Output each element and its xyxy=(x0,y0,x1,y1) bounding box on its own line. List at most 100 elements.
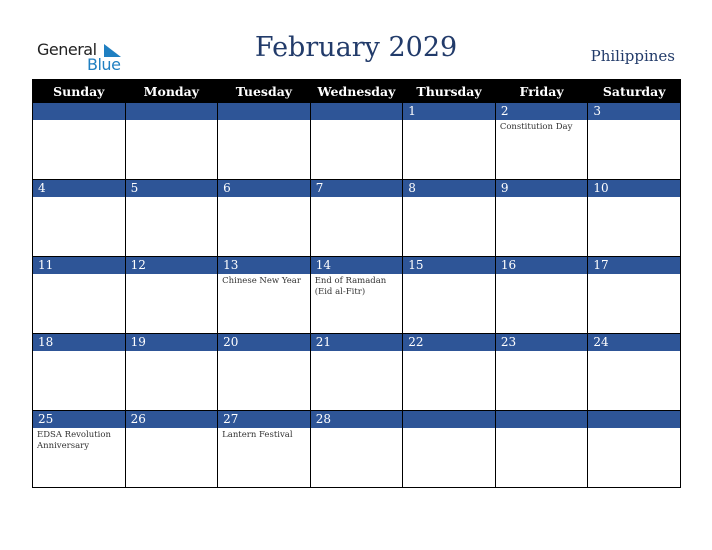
day-number: 15 xyxy=(403,257,495,274)
day-cell[interactable]: 24 xyxy=(587,333,681,411)
weekday-header-row: Sunday Monday Tuesday Wednesday Thursday Frid… xyxy=(32,79,681,103)
day-cell[interactable]: 10 xyxy=(587,179,681,257)
day-cell[interactable]: 12 xyxy=(124,256,219,334)
holiday-label xyxy=(126,197,218,201)
day-number: 10 xyxy=(588,180,680,197)
holiday-label xyxy=(126,428,218,432)
holiday-label xyxy=(311,197,403,201)
day-number xyxy=(125,103,218,120)
calendar-grid: Sunday Monday Tuesday Wednesday Thursday Frid… xyxy=(32,79,681,488)
holiday-label xyxy=(588,351,680,355)
day-cell[interactable] xyxy=(309,102,404,180)
day-number: 22 xyxy=(403,334,495,351)
day-cell[interactable]: 11 xyxy=(32,256,126,334)
week-row: 18 19 20 21 22 23 24 xyxy=(32,333,681,411)
day-cell[interactable]: 1 xyxy=(402,102,496,180)
day-number xyxy=(33,103,125,120)
day-number: 20 xyxy=(218,334,310,351)
holiday-label xyxy=(33,351,125,355)
holiday-label xyxy=(588,197,680,201)
holiday-label: EDSA Revolution Anniversary xyxy=(37,430,111,451)
holiday-label xyxy=(496,197,588,201)
day-number: 25 xyxy=(33,411,125,428)
day-cell[interactable] xyxy=(494,410,589,488)
day-number: 17 xyxy=(588,257,680,274)
day-cell[interactable] xyxy=(32,102,126,180)
day-cell[interactable]: 14 End of Ramadan (Eid al-Fitr) xyxy=(309,256,404,334)
holiday-label xyxy=(496,351,588,355)
holiday-label xyxy=(403,197,495,201)
day-number: 8 xyxy=(403,180,495,197)
day-cell[interactable]: 26 xyxy=(124,410,219,488)
weekday-thursday: Thursday xyxy=(402,79,496,103)
day-cell[interactable]: 6 xyxy=(217,179,311,257)
holiday-label xyxy=(33,197,125,201)
weekday-tuesday: Tuesday xyxy=(217,79,311,103)
day-number: 9 xyxy=(495,180,588,197)
day-cell[interactable]: 16 xyxy=(494,256,589,334)
day-number: 1 xyxy=(403,103,495,120)
day-number: 7 xyxy=(310,180,403,197)
holiday-label xyxy=(403,274,495,278)
day-cell[interactable]: 17 xyxy=(587,256,681,334)
holiday-label xyxy=(126,351,218,355)
day-cell[interactable]: 28 xyxy=(309,410,404,488)
day-number xyxy=(588,411,680,428)
day-cell[interactable] xyxy=(402,410,496,488)
day-cell[interactable]: 3 xyxy=(587,102,681,180)
day-cell[interactable]: 5 xyxy=(124,179,219,257)
day-cell[interactable]: 20 xyxy=(217,333,311,411)
day-cell[interactable]: 21 xyxy=(309,333,404,411)
week-row: 4 5 6 7 8 9 10 xyxy=(32,179,681,257)
day-cell[interactable]: 23 xyxy=(494,333,589,411)
day-cell[interactable]: 9 xyxy=(494,179,589,257)
day-cell[interactable]: 19 xyxy=(124,333,219,411)
day-cell[interactable] xyxy=(217,102,311,180)
day-cell[interactable]: 2 Constitution Day xyxy=(494,102,589,180)
day-number: 13 xyxy=(218,257,310,274)
day-cell[interactable]: 25 EDSA Revolution Anniversary xyxy=(32,410,126,488)
day-cell[interactable]: 22 xyxy=(402,333,496,411)
holiday-label xyxy=(33,274,125,278)
day-number xyxy=(310,103,403,120)
day-number: 28 xyxy=(310,411,403,428)
day-number: 6 xyxy=(218,180,310,197)
day-cell[interactable]: 4 xyxy=(32,179,126,257)
day-cell[interactable] xyxy=(587,410,681,488)
holiday-label: Chinese New Year xyxy=(222,276,301,286)
day-number: 19 xyxy=(125,334,218,351)
holiday-label xyxy=(218,120,310,124)
day-cell[interactable]: 15 xyxy=(402,256,496,334)
day-cell[interactable]: 13 Chinese New Year xyxy=(217,256,311,334)
country-label: Philippines xyxy=(590,47,675,65)
day-cell[interactable]: 18 xyxy=(32,333,126,411)
day-number: 24 xyxy=(588,334,680,351)
holiday-label xyxy=(311,428,403,432)
day-number: 18 xyxy=(33,334,125,351)
holiday-label xyxy=(218,351,310,355)
day-number: 14 xyxy=(310,257,403,274)
day-number xyxy=(495,411,588,428)
week-row: 25 EDSA Revolution Anniversary 26 27 Lantern… xyxy=(32,410,681,488)
weekday-sunday: Sunday xyxy=(32,79,126,103)
holiday-label xyxy=(403,428,495,432)
holiday-label: End of Ramadan (Eid al-Fitr) xyxy=(314,276,387,297)
weekday-monday: Monday xyxy=(124,79,219,103)
week-row: 1 2 Constitution Day 3 xyxy=(32,102,681,180)
day-number: 4 xyxy=(33,180,125,197)
weekday-friday: Friday xyxy=(494,79,589,103)
holiday-label xyxy=(496,274,588,278)
weekday-saturday: Saturday xyxy=(587,79,681,103)
day-number: 11 xyxy=(33,257,125,274)
day-cell[interactable] xyxy=(124,102,219,180)
day-number: 23 xyxy=(495,334,588,351)
holiday-label xyxy=(126,120,218,124)
holiday-label xyxy=(496,428,588,432)
day-cell[interactable]: 8 xyxy=(402,179,496,257)
holiday-label xyxy=(126,274,218,278)
day-number: 2 xyxy=(495,103,588,120)
day-cell[interactable]: 7 xyxy=(309,179,404,257)
holiday-label: Lantern Festival xyxy=(222,430,293,440)
day-cell[interactable]: 27 Lantern Festival xyxy=(217,410,311,488)
day-number: 27 xyxy=(218,411,310,428)
